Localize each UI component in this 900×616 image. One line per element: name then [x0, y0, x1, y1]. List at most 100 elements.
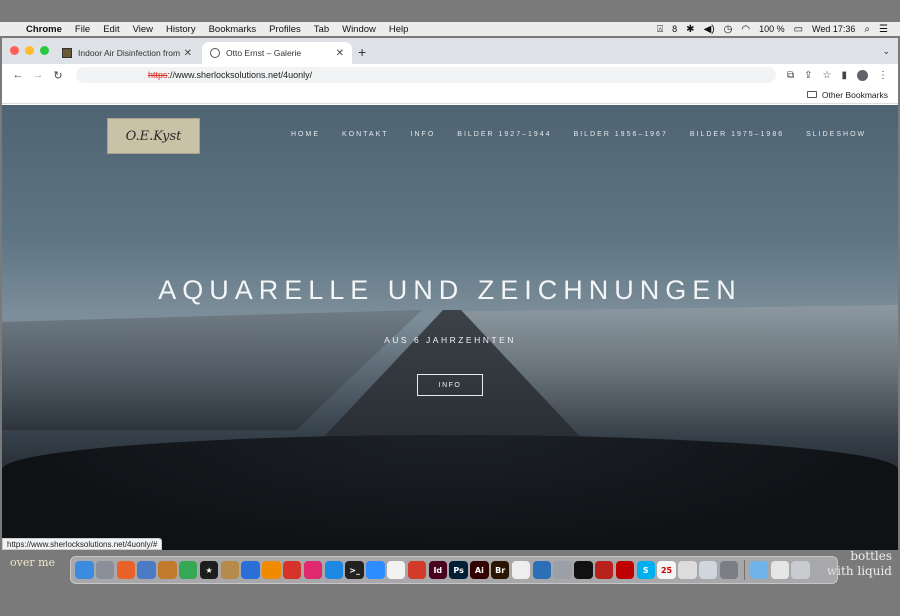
translate-icon[interactable]: ⧉ [787, 70, 794, 81]
back-arrow-icon[interactable]: ← [8, 69, 28, 81]
image-capture-icon[interactable] [698, 560, 718, 580]
photos-icon[interactable] [678, 560, 697, 580]
git-icon[interactable] [594, 560, 614, 580]
safari-icon[interactable] [324, 560, 344, 580]
control-center-icon[interactable]: ☰ [879, 24, 888, 35]
zoom-window-button[interactable] [40, 46, 49, 55]
menu-help[interactable]: Help [389, 24, 409, 35]
side-panel-icon[interactable]: ▮ [841, 70, 847, 81]
tab-close-icon[interactable]: ✕ [336, 48, 344, 59]
indesign-icon[interactable]: Id [428, 560, 448, 580]
app-pink-icon[interactable] [303, 560, 323, 580]
acrobat-icon[interactable] [511, 560, 531, 580]
menu-status-area: ⍓ 8 ✱ ◀) ◷ ◠ 100 % ▭ Wed 17:36 ⌕ ☰ [657, 24, 900, 35]
dock-separator [743, 560, 745, 580]
reload-icon[interactable]: ↻ [48, 69, 68, 82]
hero-subtitle: AUS 6 JAHRZEHNTEN [384, 335, 516, 345]
bridge-icon[interactable]: Br [490, 560, 510, 580]
nav-slideshow[interactable]: SLIDESHOW [806, 131, 866, 138]
menu-profiles[interactable]: Profiles [269, 24, 301, 35]
minimize-window-button[interactable] [25, 46, 34, 55]
firefox-icon[interactable] [116, 560, 136, 580]
scripts-icon[interactable] [220, 560, 240, 580]
volume-icon[interactable]: ◀) [704, 24, 715, 35]
close-window-button[interactable] [10, 46, 19, 55]
address-bar[interactable]: https://www.sherlocksolutions.net/4uonly… [76, 67, 776, 83]
menu-view[interactable]: View [133, 24, 153, 35]
background-dashboard [2, 435, 898, 550]
bookmark-star-icon[interactable]: ☆ [823, 70, 832, 81]
tab-title: Otto Ernst – Galerie [226, 48, 302, 58]
tab-favicon-icon [62, 48, 72, 58]
app-red-icon[interactable] [282, 560, 302, 580]
menu-edit[interactable]: Edit [103, 24, 119, 35]
new-tab-plus-icon[interactable]: + [358, 44, 366, 60]
menu-bookmarks[interactable]: Bookmarks [209, 24, 257, 35]
zoom-icon[interactable] [366, 560, 385, 580]
macos-menu-bar: Chrome File Edit View History Bookmarks … [0, 22, 900, 36]
browser-icon[interactable] [241, 560, 260, 580]
tab-otto-ernst[interactable]: Otto Ernst – Galerie ✕ [202, 42, 352, 64]
macos-dock: ★ >_ Id Ps Ai Br S 25 [70, 556, 838, 584]
input-source-icon[interactable]: ⍓ [657, 24, 663, 35]
bookmarks-bar: Other Bookmarks [2, 86, 898, 104]
calendar-icon[interactable]: 25 [657, 560, 676, 580]
profile-avatar-icon[interactable] [857, 69, 868, 81]
pages-icon[interactable] [386, 560, 406, 580]
vlc-icon[interactable] [262, 560, 281, 580]
disk-utility-icon[interactable] [553, 560, 572, 580]
skype-icon[interactable]: S [636, 560, 656, 580]
more-menu-icon[interactable]: ⋮ [878, 70, 888, 81]
chrome-icon[interactable] [178, 560, 198, 580]
blackberry-icon[interactable] [574, 560, 593, 580]
forward-arrow-icon[interactable]: → [28, 69, 48, 81]
menu-history[interactable]: History [166, 24, 196, 35]
filezilla-icon[interactable] [615, 560, 635, 580]
tab-indoor-air[interactable]: Indoor Air Disinfection from Wi ✕ [54, 42, 200, 64]
nav-bilder-1927-1944[interactable]: BILDER 1927–1944 [457, 131, 551, 138]
preview-icon[interactable] [137, 560, 156, 580]
finder-icon[interactable] [75, 560, 94, 580]
tab-strip: Indoor Air Disinfection from Wi ✕ Otto E… [2, 38, 898, 64]
tab-search-chevron-icon[interactable]: ⌄ [882, 46, 890, 57]
tab-close-icon[interactable]: ✕ [184, 48, 192, 59]
hero-title: AQUARELLE UND ZEICHNUNGEN [158, 275, 742, 305]
nav-bilder-1975-1986[interactable]: BILDER 1975–1986 [690, 131, 784, 138]
window-controls [10, 46, 49, 55]
other-bookmarks[interactable]: Other Bookmarks [822, 90, 888, 100]
site-logo[interactable]: O.E.Kyst [107, 118, 200, 154]
menu-file[interactable]: File [75, 24, 90, 35]
url-rest: ://www.sherlocksolutions.net/4uonly/ [167, 70, 313, 80]
star-icon[interactable]: ★ [199, 560, 219, 580]
photoshop-icon[interactable]: Ps [449, 560, 468, 580]
bluetooth-icon[interactable]: ✱ [686, 24, 694, 35]
share-icon[interactable]: ⇪ [804, 70, 812, 81]
app-wave-icon[interactable] [532, 560, 552, 580]
terminal-icon[interactable]: >_ [345, 560, 364, 580]
nav-kontakt[interactable]: KONTAKT [342, 131, 389, 138]
spotlight-search-icon[interactable]: ⌕ [864, 24, 870, 35]
illustrator-icon[interactable]: Ai [470, 560, 489, 580]
nav-info[interactable]: INFO [411, 131, 436, 138]
nav-home[interactable]: HOME [291, 131, 320, 138]
trash-icon[interactable] [791, 560, 810, 580]
battery-icon[interactable]: ▭ [794, 24, 803, 35]
menu-window[interactable]: Window [342, 24, 376, 35]
guitar-icon[interactable] [158, 560, 177, 580]
downloads-folder-icon[interactable] [749, 560, 769, 580]
time-machine-icon[interactable]: ◷ [724, 24, 733, 35]
battery-percent[interactable]: 100 % [759, 24, 785, 34]
menu-app-name[interactable]: Chrome [26, 24, 62, 35]
folder-stack-icon[interactable] [770, 560, 790, 580]
hero-info-button[interactable]: INFO [417, 374, 483, 396]
toolbar-actions: ⧉ ⇪ ☆ ▮ ⋮ [787, 69, 892, 81]
clock[interactable]: Wed 17:36 [812, 24, 855, 34]
menu-tab[interactable]: Tab [314, 24, 329, 35]
globe-icon [210, 48, 220, 58]
nav-bilder-1956-1967[interactable]: BILDER 1956–1967 [574, 131, 668, 138]
browser-window: Indoor Air Disinfection from Wi ✕ Otto E… [2, 38, 898, 550]
launchpad-icon[interactable] [95, 560, 115, 580]
system-prefs-icon[interactable] [719, 560, 739, 580]
wifi-icon[interactable]: ◠ [741, 24, 750, 35]
app-flower-icon[interactable] [407, 560, 427, 580]
